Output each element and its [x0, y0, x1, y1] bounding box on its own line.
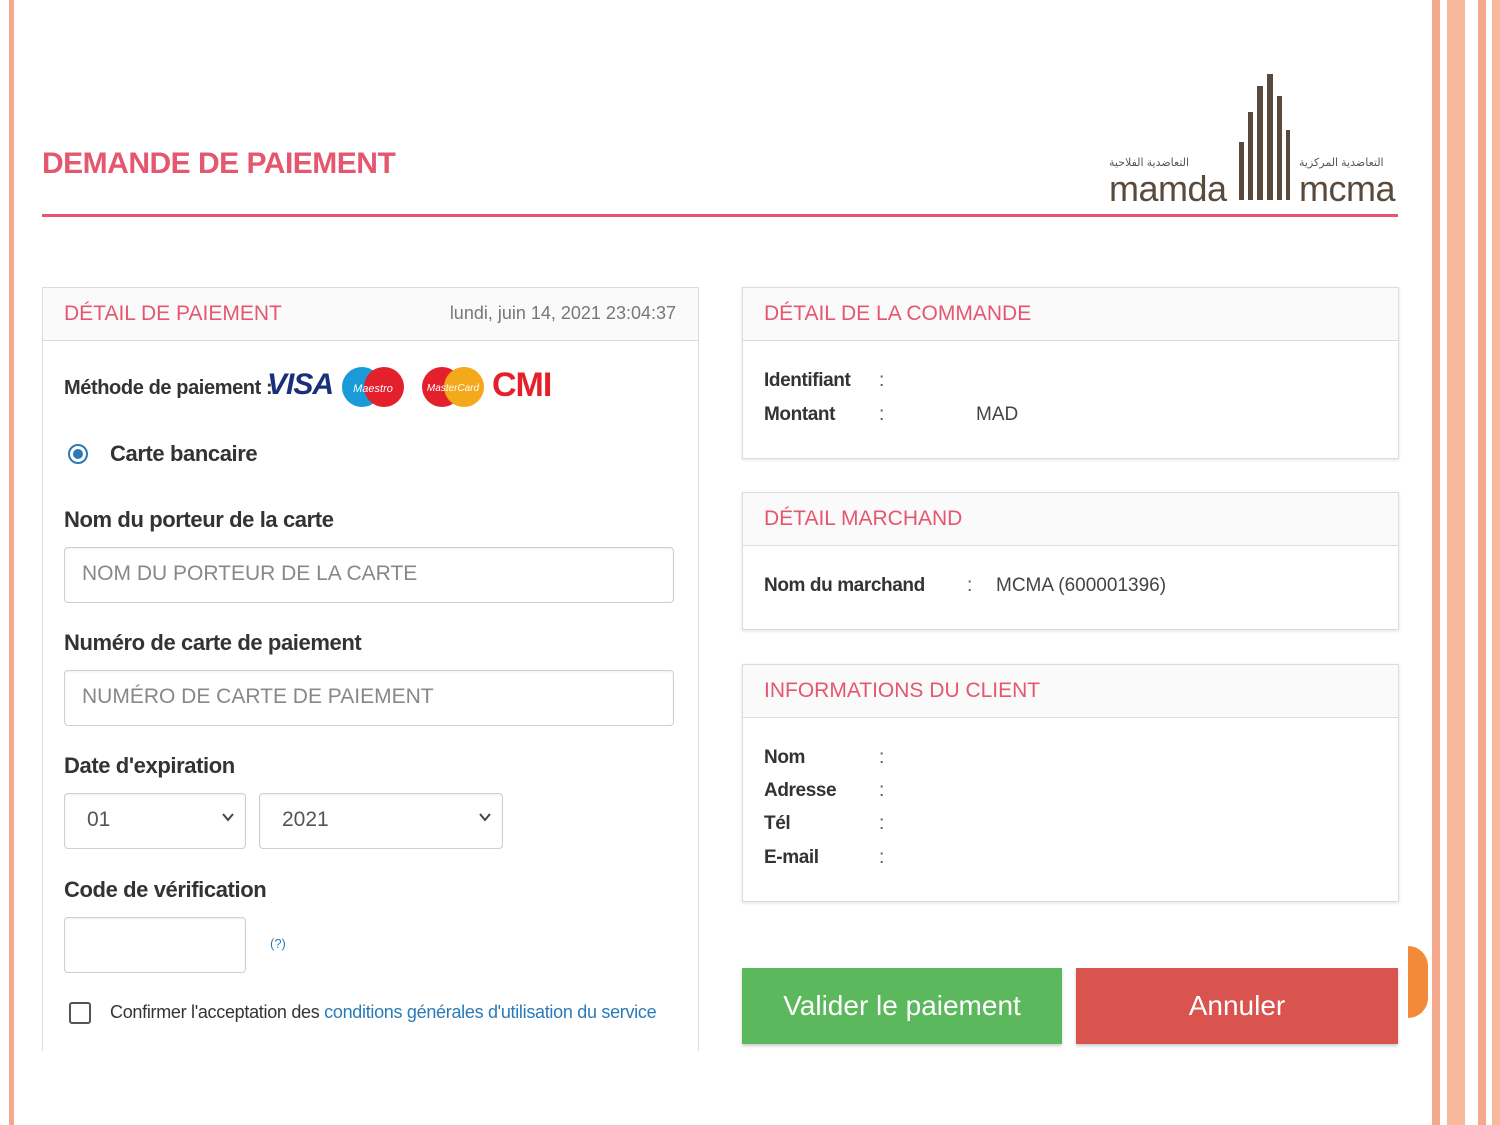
card-holder-input[interactable]: NOM DU PORTEUR DE LA CARTE — [64, 547, 674, 603]
order-currency: MAD — [976, 404, 1019, 425]
order-id-separator: : — [879, 370, 885, 391]
client-info-title: INFORMATIONS DU CLIENT — [764, 679, 1041, 702]
merchant-detail-header: DÉTAIL MARCHAND — [743, 493, 1398, 546]
card-number-placeholder: NUMÉRO DE CARTE DE PAIEMENT — [82, 685, 434, 708]
mastercard-logo: MasterCard — [422, 367, 484, 407]
card-holder-placeholder: NOM DU PORTEUR DE LA CARTE — [82, 562, 418, 585]
title-divider — [42, 214, 1398, 217]
cvv-label: Code de vérification — [64, 877, 267, 902]
terms-checkbox[interactable] — [69, 1002, 91, 1024]
mastercard-logo-text: MasterCard — [427, 383, 480, 394]
client-name-separator: : — [879, 747, 885, 768]
merchant-name-value: MCMA (600001396) — [996, 575, 1167, 596]
payment-detail-title: DÉTAIL DE PAIEMENT — [64, 302, 282, 325]
expiry-year-select[interactable]: 2021 — [259, 793, 503, 849]
chevron-down-icon — [479, 813, 491, 822]
expiry-label: Date d'expiration — [64, 753, 235, 778]
cmi-logo: CMI — [492, 366, 552, 404]
expiry-month-value: 01 — [87, 808, 111, 831]
radio-button-selected[interactable] — [67, 443, 89, 465]
client-address-label: Adresse — [764, 780, 837, 801]
client-email-label: E-mail — [764, 847, 819, 868]
payment-detail-panel: DÉTAIL DE PAIEMENT lundi, juin 14, 2021 … — [42, 287, 699, 1051]
card-number-input[interactable]: NUMÉRO DE CARTE DE PAIEMENT — [64, 670, 674, 726]
client-phone-separator: : — [879, 813, 885, 834]
terms-prefix: Confirmer l'acceptation des — [110, 1002, 320, 1022]
payment-date: lundi, juin 14, 2021 23:04:37 — [449, 303, 676, 323]
client-address-separator: : — [879, 780, 885, 801]
card-number-label: Numéro de carte de paiement — [64, 630, 362, 655]
maestro-logo-text: Maestro — [353, 383, 393, 395]
slide-frame-right — [1492, 0, 1500, 1125]
maestro-logo: Maestro — [342, 367, 404, 407]
expiry-month-select[interactable]: 01 — [64, 793, 246, 849]
client-name-label: Nom — [764, 747, 806, 768]
radio-label: Carte bancaire — [110, 441, 258, 466]
client-info-header: INFORMATIONS DU CLIENT — [743, 665, 1398, 718]
order-amount-separator: : — [879, 404, 885, 425]
slide-frame-right — [1478, 0, 1486, 1125]
terms-link[interactable]: conditions générales d'utilisation du se… — [324, 1002, 656, 1022]
terms-text: Confirmer l'acceptation des conditions g… — [110, 1002, 657, 1023]
client-info-panel: INFORMATIONS DU CLIENT Nom : Adresse : T… — [742, 664, 1399, 902]
payment-detail-header: DÉTAIL DE PAIEMENT lundi, juin 14, 2021 … — [43, 288, 698, 341]
holder-label: Nom du porteur de la carte — [64, 507, 334, 532]
slide-frame-right — [1432, 0, 1440, 1125]
client-phone-label: Tél — [764, 813, 791, 834]
cancel-button[interactable]: Annuler — [1076, 968, 1398, 1044]
logo-word-right: mcma — [1299, 168, 1396, 209]
logo-word-left: mamda — [1109, 168, 1227, 209]
mamda-mcma-logo: التعاضدية الفلاحية التعاضدية المركزية ma… — [1105, 70, 1405, 210]
slide-decoration — [1408, 946, 1428, 1018]
slide-frame-right — [1447, 0, 1465, 1125]
visa-logo: VISA — [267, 368, 334, 401]
expiry-year-value: 2021 — [282, 808, 329, 831]
merchant-name-label: Nom du marchand — [764, 575, 925, 596]
client-email-separator: : — [879, 847, 885, 868]
logo-bars-icon — [1239, 74, 1290, 200]
order-id-label: Identifiant — [764, 370, 851, 391]
cvv-input[interactable] — [64, 917, 246, 973]
merchant-name-separator: : — [967, 575, 973, 596]
merchant-detail-panel: DÉTAIL MARCHAND Nom du marchand : MCMA (… — [742, 492, 1399, 630]
slide-frame-left — [9, 0, 14, 1125]
order-amount-label: Montant — [764, 404, 836, 425]
chevron-down-icon — [222, 813, 234, 822]
payment-method-label: Méthode de paiement : — [64, 377, 273, 399]
page-title: DEMANDE DE PAIEMENT — [42, 147, 396, 180]
cvv-help-link[interactable]: (?) — [270, 936, 286, 951]
order-detail-header: DÉTAIL DE LA COMMANDE — [743, 288, 1398, 341]
order-detail-title: DÉTAIL DE LA COMMANDE — [764, 302, 1032, 325]
merchant-detail-title: DÉTAIL MARCHAND — [764, 507, 963, 530]
order-detail-panel: DÉTAIL DE LA COMMANDE Identifiant : Mont… — [742, 287, 1399, 459]
validate-payment-button[interactable]: Valider le paiement — [742, 968, 1062, 1044]
